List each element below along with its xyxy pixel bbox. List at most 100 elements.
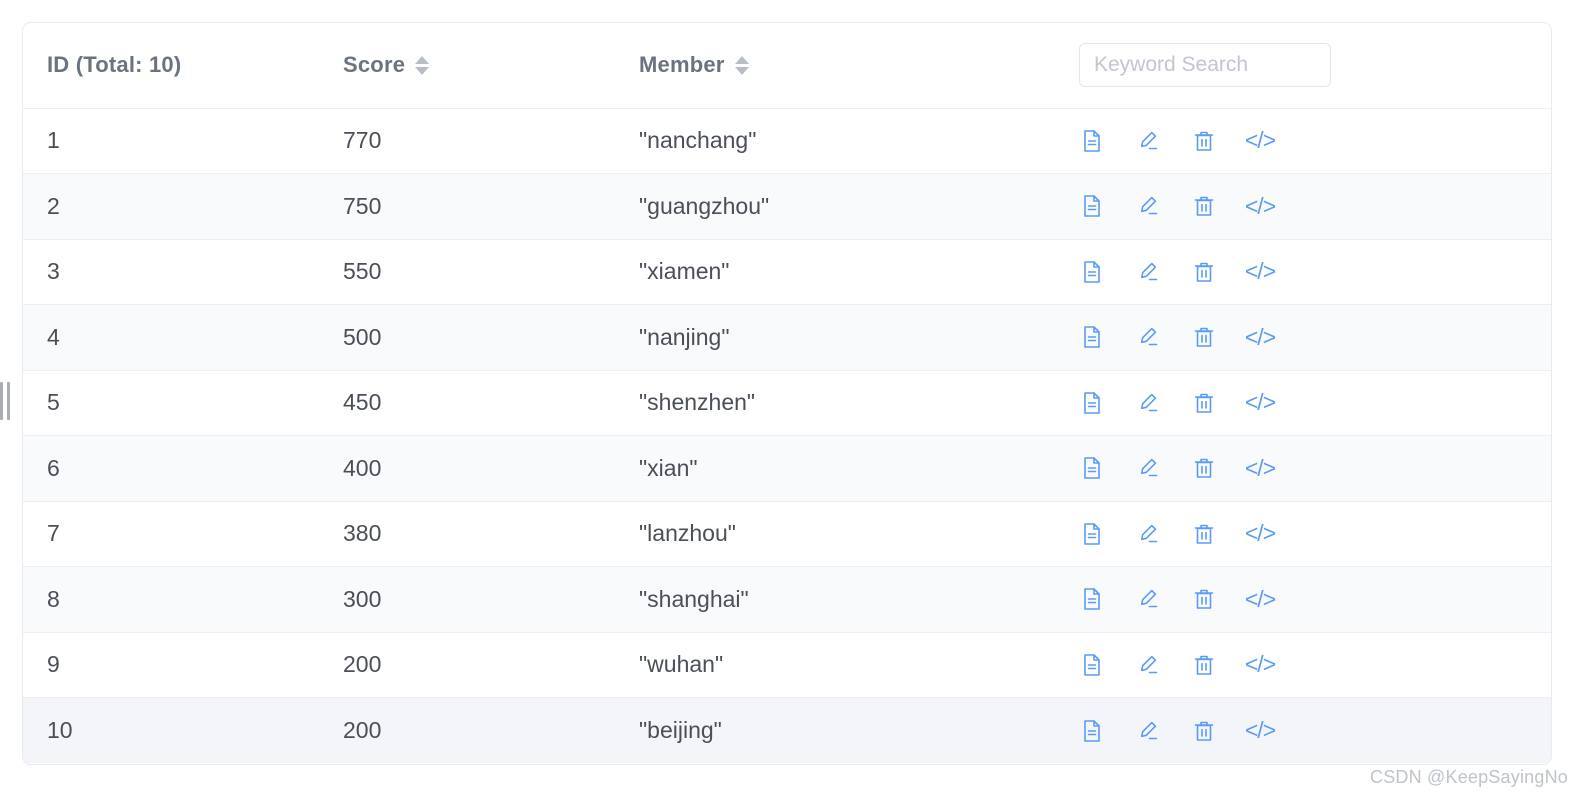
- column-header-score[interactable]: Score: [319, 23, 615, 109]
- code-glyph: </>: [1244, 651, 1276, 678]
- trash-icon[interactable]: [1191, 127, 1217, 155]
- cell-actions: </>: [1055, 698, 1551, 764]
- cell-score: 750: [319, 173, 615, 240]
- document-icon[interactable]: [1079, 520, 1105, 548]
- cell-score: 400: [319, 435, 615, 502]
- cell-member: "beijing": [639, 717, 722, 743]
- trash-icon[interactable]: [1191, 520, 1217, 548]
- cell-id: 9: [23, 632, 319, 698]
- sort-arrows-icon[interactable]: [415, 55, 430, 75]
- cell-score: 200: [319, 632, 615, 698]
- cell-member: "nanchang": [615, 108, 1055, 174]
- trash-icon[interactable]: [1191, 717, 1217, 745]
- code-icon[interactable]: </>: [1244, 323, 1276, 351]
- code-glyph: </>: [1244, 454, 1276, 481]
- trash-icon[interactable]: [1191, 585, 1217, 613]
- code-glyph: </>: [1244, 717, 1276, 743]
- row-actions: </>: [1079, 717, 1551, 745]
- code-icon[interactable]: </>: [1245, 520, 1276, 548]
- pencil-icon[interactable]: [1135, 258, 1161, 286]
- pencil-icon[interactable]: [1135, 585, 1161, 613]
- code-icon[interactable]: </>: [1244, 192, 1276, 220]
- cell-id: 6: [23, 435, 319, 502]
- cell-score: 500: [319, 304, 615, 371]
- row-actions: </>: [1079, 389, 1551, 417]
- table-row[interactable]: 8 300 "shanghai" </>: [23, 566, 1551, 633]
- pencil-icon[interactable]: [1135, 323, 1161, 351]
- pencil-icon[interactable]: [1135, 192, 1161, 220]
- code-glyph: </>: [1244, 323, 1276, 350]
- table-row[interactable]: 3 550 "xiamen" </>: [23, 239, 1551, 305]
- trash-icon[interactable]: [1191, 389, 1217, 417]
- row-actions: </>: [1079, 651, 1551, 679]
- cell-id: 8: [23, 566, 319, 633]
- row-actions: </>: [1079, 127, 1551, 155]
- cell-id: 3: [23, 239, 319, 305]
- keyword-search-input[interactable]: [1079, 43, 1331, 88]
- table-row[interactable]: 6 400 "xian" </>: [23, 435, 1551, 502]
- pencil-icon[interactable]: [1135, 454, 1161, 482]
- document-icon[interactable]: [1079, 651, 1105, 679]
- cell-score: 380: [319, 501, 615, 567]
- row-actions: </>: [1079, 192, 1551, 220]
- code-icon[interactable]: </>: [1244, 454, 1276, 482]
- trash-icon[interactable]: [1191, 192, 1217, 220]
- sort-descending-icon: [734, 66, 749, 75]
- code-icon[interactable]: </>: [1244, 651, 1276, 679]
- pencil-icon[interactable]: [1135, 520, 1161, 548]
- row-actions: </>: [1079, 585, 1551, 613]
- cell-actions: </>: [1055, 173, 1551, 240]
- table-body: 1 770 "nanchang" </> 2 750 "guangzhou" </> 3 550 "…: [23, 108, 1551, 763]
- code-icon[interactable]: </>: [1244, 127, 1276, 155]
- table-row[interactable]: 9 200 "wuhan" </>: [23, 632, 1551, 698]
- code-icon[interactable]: </>: [1245, 258, 1276, 286]
- column-header-member-label: Member: [639, 52, 725, 78]
- table-row[interactable]: 10 200 "beijing" </>: [23, 697, 1551, 764]
- document-icon[interactable]: [1079, 454, 1105, 482]
- pencil-icon[interactable]: [1135, 389, 1161, 417]
- trash-icon[interactable]: [1191, 323, 1217, 351]
- watermark: CSDN @KeepSayingNo: [1370, 767, 1568, 787]
- document-icon[interactable]: [1079, 389, 1105, 417]
- column-header-score-label: Score: [343, 52, 406, 78]
- table-row[interactable]: 7 380 "lanzhou" </>: [23, 501, 1551, 567]
- cell-actions: </>: [1055, 632, 1551, 698]
- code-glyph: </>: [1244, 192, 1276, 219]
- pencil-icon[interactable]: [1135, 127, 1161, 155]
- cell-actions: </>: [1055, 304, 1551, 371]
- pencil-icon[interactable]: [1135, 651, 1161, 679]
- sort-ascending-icon: [734, 55, 749, 64]
- cell-id: 1: [23, 108, 319, 174]
- sort-arrows-icon[interactable]: [734, 55, 749, 75]
- trash-icon[interactable]: [1191, 258, 1217, 286]
- cell-actions: </>: [1055, 435, 1551, 502]
- document-icon[interactable]: [1079, 323, 1105, 351]
- cell-member: "wuhan": [615, 632, 1055, 698]
- document-icon[interactable]: [1079, 258, 1105, 286]
- code-icon[interactable]: </>: [1245, 389, 1276, 417]
- cell-score: 770: [319, 108, 615, 174]
- table-row[interactable]: 4 500 "nanjing" </>: [23, 304, 1551, 371]
- code-glyph: </>: [1244, 127, 1276, 154]
- row-actions: </>: [1079, 454, 1551, 482]
- document-icon[interactable]: [1079, 192, 1105, 220]
- document-icon[interactable]: [1079, 585, 1105, 613]
- cell-member: "guangzhou": [615, 173, 1055, 240]
- cell-id: 2: [23, 173, 319, 240]
- sort-ascending-icon: [415, 55, 430, 64]
- code-icon[interactable]: </>: [1245, 585, 1276, 613]
- document-icon[interactable]: [1079, 127, 1105, 155]
- trash-icon[interactable]: [1191, 651, 1217, 679]
- row-actions: </>: [1079, 323, 1551, 351]
- pencil-icon[interactable]: [1135, 717, 1161, 745]
- table-row[interactable]: 2 750 "guangzhou" </>: [23, 173, 1551, 240]
- code-icon[interactable]: </>: [1244, 717, 1276, 745]
- table-row[interactable]: 1 770 "nanchang" </>: [23, 108, 1551, 174]
- document-icon[interactable]: [1079, 717, 1105, 745]
- column-header-member[interactable]: Member: [615, 23, 1055, 109]
- drawer-resize-handle[interactable]: [0, 382, 12, 420]
- trash-icon[interactable]: [1191, 454, 1217, 482]
- table-row[interactable]: 5 450 "shenzhen" </>: [23, 370, 1551, 436]
- cell-score: 550: [319, 239, 615, 305]
- cell-score: 450: [319, 370, 615, 436]
